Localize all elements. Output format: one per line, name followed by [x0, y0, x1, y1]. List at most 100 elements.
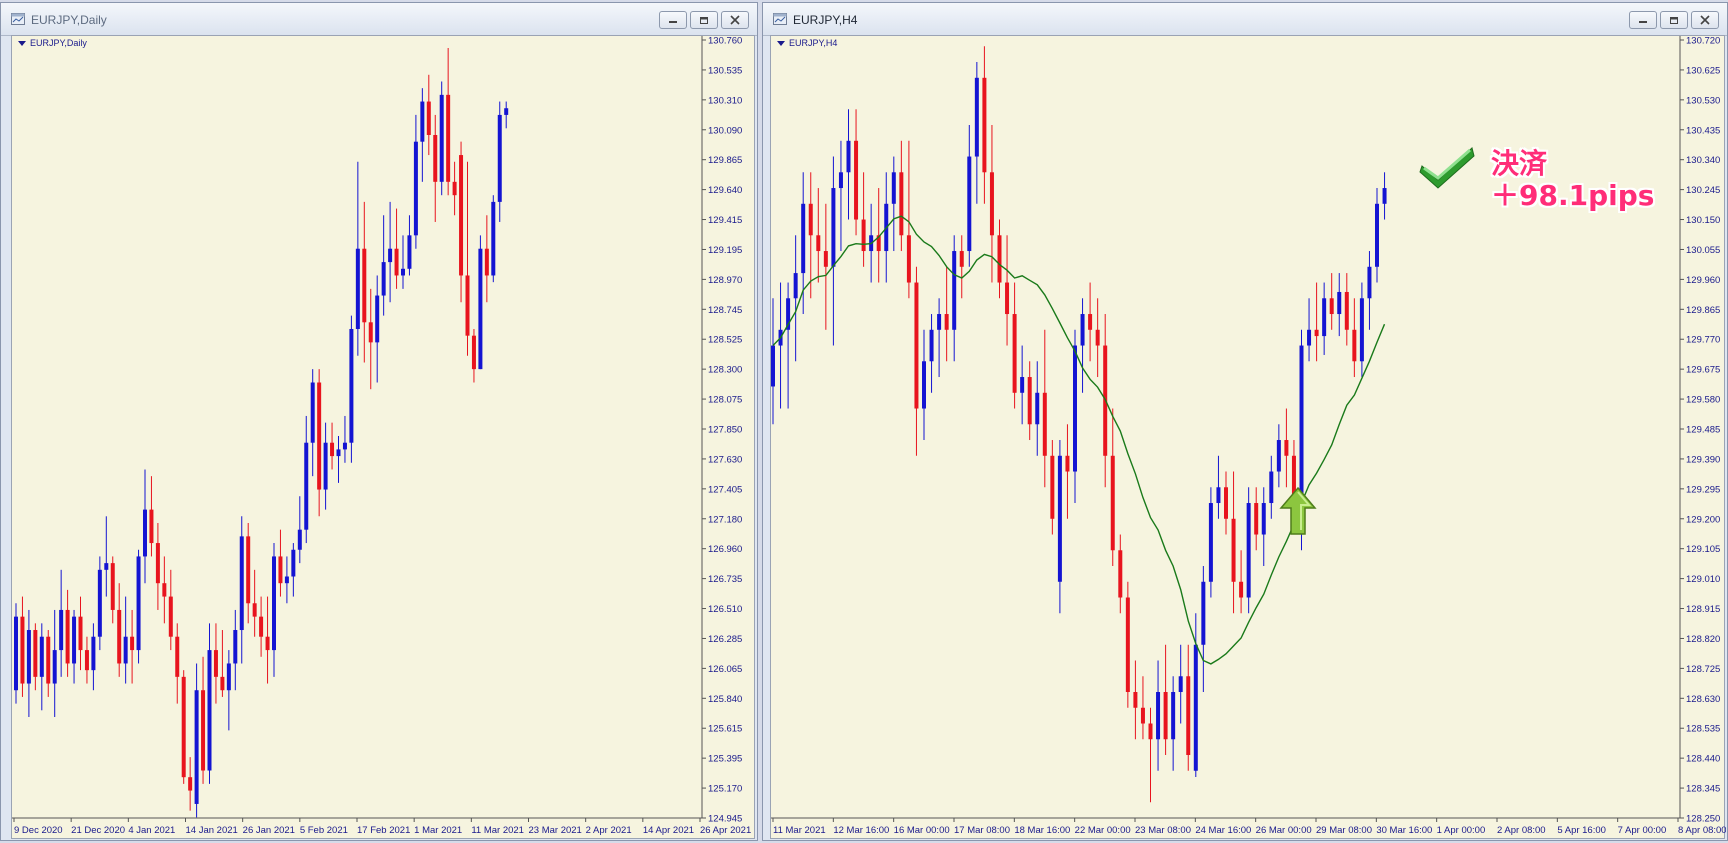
candle-body: [1246, 503, 1251, 598]
candle-body: [1005, 282, 1010, 315]
candle-body: [823, 251, 828, 267]
candle-body: [484, 248, 489, 276]
y-tick-label: 129.640: [708, 185, 742, 196]
x-tick-label: 26 Mar 00:00: [1256, 825, 1312, 836]
maximize-button[interactable]: [690, 11, 718, 29]
y-tick-label: 130.625: [1686, 65, 1720, 76]
x-tick-label: 17 Feb 2021: [357, 825, 410, 836]
candle-body: [355, 248, 360, 329]
settlement-pips: ＋98.1pips: [1491, 179, 1655, 212]
y-tick-label: 130.340: [1686, 155, 1720, 166]
checkmark-icon: [1419, 147, 1475, 189]
candle-body: [1012, 314, 1017, 393]
candle-body: [104, 563, 109, 570]
candle-body: [1239, 581, 1244, 598]
candle-body: [1065, 455, 1070, 472]
candle-body: [1133, 692, 1138, 708]
y-tick-label: 128.630: [1686, 694, 1720, 705]
candle-body: [1057, 455, 1062, 582]
close-button[interactable]: [721, 11, 749, 29]
candle-body: [194, 690, 199, 804]
y-tick-label: 129.485: [1686, 425, 1720, 436]
x-tick-label: 5 Feb 2021: [300, 825, 348, 836]
candle-body: [1110, 455, 1115, 551]
y-tick-label: 128.250: [1686, 814, 1720, 825]
daily-candlestick-chart: 130.760 130.535 130.310 130.090 129.865 129.6…: [12, 36, 751, 836]
candle-body: [504, 108, 509, 115]
y-tick-label: 127.180: [708, 514, 742, 525]
x-tick-label: 12 Mar 16:00: [833, 825, 889, 836]
x-tick-label: 4 Jan 2021: [128, 825, 175, 836]
candle-body: [84, 650, 89, 671]
candle-body: [491, 201, 496, 276]
chart-area[interactable]: EURJPY,Daily 130.760 130.535 130.310 130.09…: [11, 35, 755, 839]
candle-body: [188, 777, 193, 791]
y-tick-label: 125.840: [708, 694, 742, 705]
x-tick-label: 7 Apr 00:00: [1618, 825, 1667, 836]
buy-arrow-icon: [1279, 486, 1317, 535]
window-titlebar[interactable]: EURJPY,Daily: [1, 3, 757, 36]
candle-body: [72, 616, 77, 664]
candle-body: [349, 328, 354, 443]
candle-body: [1216, 487, 1221, 504]
candle-body: [207, 650, 212, 771]
candle-body: [1261, 503, 1266, 535]
candle-body: [149, 509, 154, 544]
y-tick-label: 129.865: [708, 155, 742, 166]
x-tick-label: 2 Apr 08:00: [1497, 825, 1546, 836]
y-tick-label: 129.105: [1686, 544, 1720, 555]
candle-body: [33, 630, 38, 677]
x-tick-label: 17 Mar 08:00: [954, 825, 1010, 836]
y-tick-label: 129.675: [1686, 365, 1720, 376]
candle-body: [861, 219, 866, 252]
candle-body: [1276, 440, 1281, 472]
candle-body: [1254, 503, 1259, 535]
close-button[interactable]: [1691, 11, 1719, 29]
y-tick-label: 128.075: [708, 395, 742, 406]
chart-window-icon: [773, 13, 787, 25]
h4-chart-window[interactable]: EURJPY,H4 EURJPY,H4 130.720 130.625 130.53…: [762, 2, 1728, 841]
candle-body: [368, 322, 373, 343]
candle-body: [162, 583, 167, 597]
x-tick-label: 14 Apr 2021: [643, 825, 694, 836]
candle-body: [123, 636, 128, 664]
candle-body: [362, 248, 367, 323]
candle-body: [291, 549, 296, 577]
y-tick-label: 126.735: [708, 574, 742, 585]
close-icon: [730, 15, 740, 25]
candle-body: [478, 248, 483, 370]
minimize-button[interactable]: [659, 11, 687, 29]
y-tick-label: 130.150: [1686, 215, 1720, 226]
candle-body: [1193, 644, 1198, 771]
y-tick-label: 129.415: [708, 215, 742, 226]
minimize-button[interactable]: [1629, 11, 1657, 29]
window-titlebar[interactable]: EURJPY,H4: [763, 3, 1727, 36]
candle-body: [1042, 392, 1047, 456]
candle-body: [323, 442, 328, 490]
candle-body: [1382, 188, 1387, 204]
y-tick-label: 130.760: [708, 36, 742, 47]
daily-chart-window[interactable]: EURJPY,Daily EURJPY,Daily 130.760 130.535…: [0, 2, 758, 841]
chart-area[interactable]: EURJPY,H4 130.720 130.625 130.530 130.435 13…: [770, 35, 1726, 839]
candle-body: [1208, 503, 1213, 582]
candle-body: [143, 509, 147, 557]
y-tick-label: 128.745: [708, 305, 742, 316]
candle-body: [426, 101, 431, 135]
maximize-button[interactable]: [1660, 11, 1688, 29]
candle-body: [982, 77, 987, 173]
candle-body: [959, 251, 964, 267]
candle-body: [394, 248, 399, 276]
y-tick-label: 129.200: [1686, 514, 1720, 525]
candle-body: [1329, 298, 1334, 315]
candle-body: [831, 188, 836, 267]
candle-body: [1359, 298, 1364, 362]
candle-body: [265, 636, 270, 651]
candle-body: [1140, 707, 1145, 724]
y-tick-label: 130.535: [708, 65, 742, 76]
y-tick-label: 128.970: [708, 275, 742, 286]
y-tick-label: 126.960: [708, 544, 742, 555]
candle-body: [997, 235, 1002, 283]
candle-body: [1148, 723, 1153, 740]
minimize-icon: [1639, 21, 1647, 23]
candle-body: [1088, 314, 1093, 330]
